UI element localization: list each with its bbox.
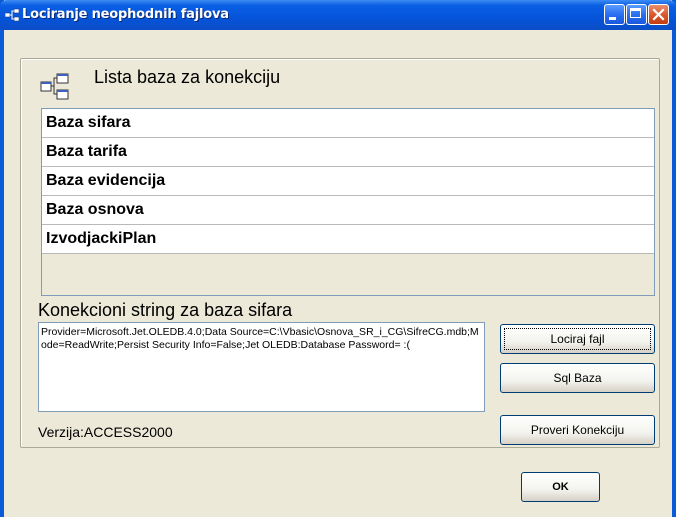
database-list[interactable]: Baza sifara Baza tarifa Baza evidencija … [41, 108, 655, 296]
connection-string-label: Konekcioni string za baza sifara [38, 300, 293, 320]
window-title: Lociranje neophodnih fajlova [22, 7, 229, 22]
title-bar[interactable]: Lociranje neophodnih fajlova [0, 0, 676, 30]
list-item-baza-osnova[interactable]: Baza osnova [42, 196, 654, 225]
close-button[interactable] [648, 4, 669, 25]
maximize-icon [630, 8, 641, 18]
list-item-izvodjacki-plan[interactable]: IzvodjackiPlan [42, 225, 654, 254]
list-title: Lista baza za konekciju [94, 67, 281, 87]
database-tree-icon [40, 73, 69, 100]
version-label: Verzija:ACCESS2000 [38, 424, 173, 440]
list-item-baza-sifara[interactable]: Baza sifara [42, 109, 654, 138]
list-item-baza-tarifa[interactable]: Baza tarifa [42, 138, 654, 167]
close-icon [652, 8, 665, 21]
ok-button[interactable]: OK [521, 472, 600, 502]
list-item-baza-evidencija[interactable]: Baza evidencija [42, 167, 654, 196]
locate-file-button[interactable]: Lociraj fajl [500, 324, 655, 354]
sql-database-button[interactable]: Sql Baza [500, 363, 655, 393]
maximize-button[interactable] [626, 4, 647, 25]
network-icon [5, 8, 19, 22]
connection-string-textarea[interactable]: Provider=Microsoft.Jet.OLEDB.4.0;Data So… [38, 322, 485, 412]
minimize-icon [609, 17, 616, 20]
check-connection-button[interactable]: Proveri Konekciju [500, 415, 655, 445]
minimize-button[interactable] [604, 4, 625, 25]
